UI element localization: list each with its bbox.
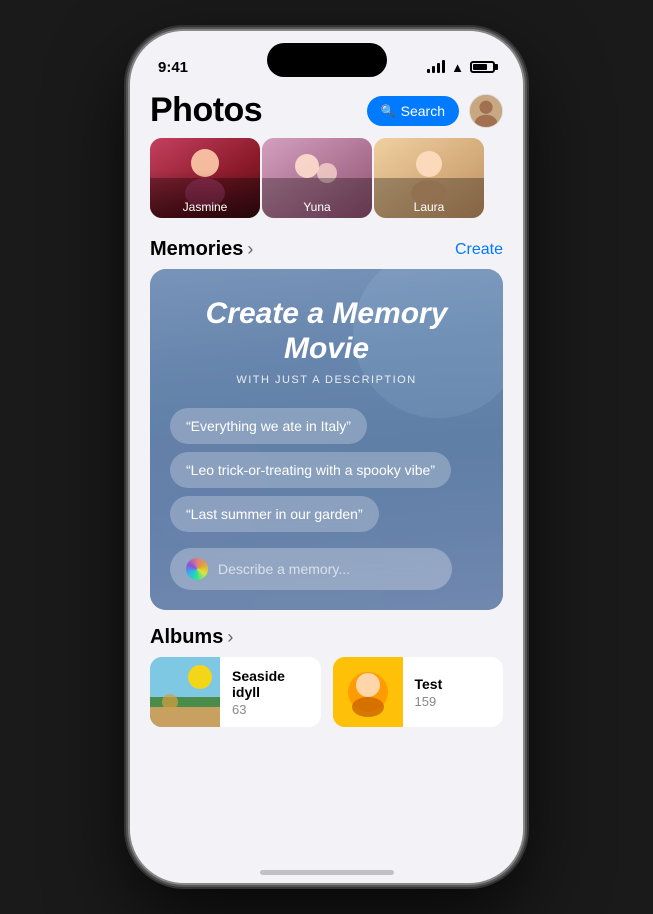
person-photo-jasmine: Jasmine: [150, 138, 260, 218]
album-name-1: Test: [415, 676, 492, 692]
search-icon: 🔍: [381, 104, 396, 118]
album-count-1: 159: [415, 694, 492, 709]
create-button[interactable]: Create: [455, 241, 503, 259]
status-time: 9:41: [158, 59, 188, 76]
home-indicator: [260, 870, 394, 875]
memory-card-title: Create a Memory Movie: [170, 297, 483, 366]
album-card-0[interactable]: Seaside idyll 63: [150, 657, 321, 727]
album-name-0: Seaside idyll: [232, 668, 309, 700]
person-jasmine[interactable]: Jasmine: [150, 138, 260, 218]
memories-section-header: Memories › Create: [130, 230, 523, 269]
album-thumb-test: [333, 657, 403, 727]
album-thumb-seaside: [150, 657, 220, 727]
albums-title[interactable]: Albums ›: [150, 626, 233, 649]
person-laura[interactable]: Laura: [374, 138, 484, 218]
memory-card-subtitle: WITH JUST A DESCRIPTION: [170, 374, 483, 386]
signal-bars-icon: [427, 61, 445, 73]
person-photo-yuna: Yuna: [262, 138, 372, 218]
people-row: Jasmine: [130, 138, 523, 230]
app-title: Photos: [150, 91, 262, 130]
suggestion-chip-1[interactable]: “Leo trick-or-treating with a spooky vib…: [170, 452, 451, 488]
status-icons: ▲: [427, 60, 495, 75]
screen: 9:41 ▲ Photos 🔍 Search: [130, 31, 523, 883]
person-name-yuna: Yuna: [262, 200, 372, 214]
albums-section: Albums › Sea: [130, 610, 523, 727]
album-card-1[interactable]: Test 159: [333, 657, 504, 727]
memories-title[interactable]: Memories ›: [150, 238, 253, 261]
wifi-icon: ▲: [451, 60, 464, 75]
memory-card[interactable]: Create a Memory Movie WITH JUST A DESCRI…: [150, 269, 503, 610]
album-count-0: 63: [232, 702, 309, 717]
suggestion-chip-0[interactable]: “Everything we ate in Italy”: [170, 408, 367, 444]
chips-container: “Everything we ate in Italy” “Leo trick-…: [170, 408, 483, 590]
user-avatar[interactable]: [469, 94, 503, 128]
header-actions: 🔍 Search: [367, 94, 503, 128]
person-yuna[interactable]: Yuna: [262, 138, 372, 218]
describe-placeholder: Describe a memory...: [218, 561, 350, 577]
albums-row: Seaside idyll 63 Test: [150, 657, 503, 727]
dynamic-island: [267, 43, 387, 77]
person-name-laura: Laura: [374, 200, 484, 214]
search-label: Search: [401, 103, 445, 119]
battery-icon: [470, 61, 495, 73]
memories-chevron-icon: ›: [247, 239, 253, 260]
app-header: Photos 🔍 Search: [130, 87, 523, 138]
albums-chevron-icon: ›: [227, 627, 233, 648]
suggestion-chip-2[interactable]: “Last summer in our garden”: [170, 496, 379, 532]
album-info-1: Test 159: [415, 676, 492, 709]
albums-section-header: Albums ›: [150, 626, 503, 649]
ai-icon: [186, 558, 208, 580]
album-info-0: Seaside idyll 63: [232, 668, 309, 717]
describe-memory-input[interactable]: Describe a memory...: [170, 548, 452, 590]
phone-frame: 9:41 ▲ Photos 🔍 Search: [130, 31, 523, 883]
search-button[interactable]: 🔍 Search: [367, 96, 459, 126]
memory-card-content: Create a Memory Movie WITH JUST A DESCRI…: [170, 297, 483, 590]
person-photo-laura: Laura: [374, 138, 484, 218]
person-name-jasmine: Jasmine: [150, 200, 260, 214]
